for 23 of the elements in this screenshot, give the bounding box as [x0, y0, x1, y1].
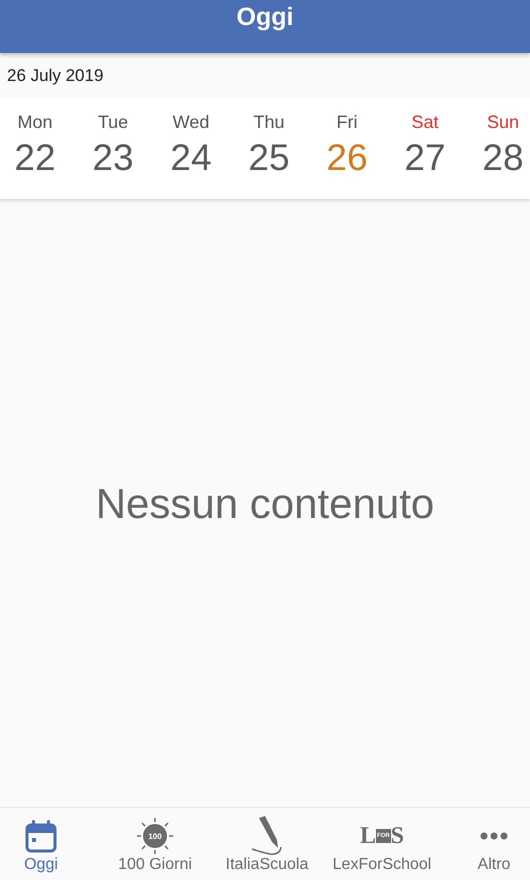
day-number[interactable]: 25 [248, 137, 290, 179]
weekday-label: Wed [172, 111, 210, 133]
date-label: 26 July 2019 [7, 66, 104, 86]
screen-title: Oggi [236, 3, 294, 32]
weekday-label: Fri [336, 111, 358, 133]
calendar-icon [25, 819, 57, 853]
nav-tab[interactable]: Oggi [0, 808, 82, 880]
pen-icon [250, 816, 284, 856]
day-number[interactable]: 24 [170, 137, 212, 179]
weekday-label: Sat [411, 111, 439, 133]
nav-tab[interactable]: Altro [458, 808, 530, 880]
more-icon [480, 832, 508, 840]
nav-tab[interactable]: 100 100 Giorni [82, 808, 228, 880]
weekday-label: Thu [253, 111, 285, 133]
day-number[interactable]: 22 [14, 137, 56, 179]
weekday-label: Mon [17, 111, 52, 133]
empty-message: Nessun contenuto [96, 480, 434, 528]
day-number[interactable]: 27 [404, 137, 446, 179]
day-number[interactable]: 23 [92, 137, 134, 179]
weekday-label: Tue [98, 111, 128, 133]
weekday-label: Sun [486, 111, 520, 133]
nav-tab[interactable]: ItaliaScuola [228, 808, 306, 880]
day-number[interactable]: 28 [482, 137, 524, 179]
